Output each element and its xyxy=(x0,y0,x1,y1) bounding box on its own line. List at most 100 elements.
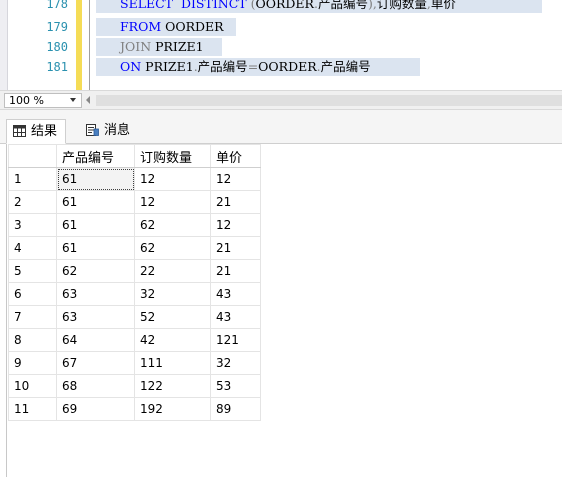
line-number: 178 xyxy=(46,0,68,11)
table-cell[interactable]: 122 xyxy=(134,374,211,398)
table-row[interactable]: 5 62 22 21 xyxy=(8,259,261,283)
table-row[interactable]: 4 61 62 21 xyxy=(8,236,261,260)
table-cell[interactable]: 43 xyxy=(210,305,261,329)
editor-line[interactable]: 179 FROM OORDER xyxy=(0,18,562,36)
table-cell[interactable]: 42 xyxy=(134,328,211,352)
editor-line[interactable]: 181 ON PRIZE1.产品编号=OORDER.产品编号 xyxy=(0,58,562,76)
code-token: 单价 xyxy=(430,0,456,11)
code-token: 产品编号 xyxy=(320,59,371,74)
code-token: FROM xyxy=(120,19,162,34)
table-cell[interactable]: 22 xyxy=(134,259,211,283)
tab-results[interactable]: 结果 xyxy=(6,119,67,144)
code-token: OORDER xyxy=(258,59,317,74)
row-number-cell[interactable]: 4 xyxy=(8,236,57,260)
zoom-select[interactable]: 100 % xyxy=(4,93,82,108)
table-cell[interactable]: 32 xyxy=(134,282,211,306)
grid-header-row: 产品编号 订购数量 单价 xyxy=(8,144,261,168)
code-token: 产品编号 xyxy=(197,59,248,74)
message-icon xyxy=(86,124,99,136)
row-number-cell[interactable]: 8 xyxy=(8,328,57,352)
table-row[interactable]: 11 69 192 89 xyxy=(8,397,261,421)
table-cell[interactable]: 12 xyxy=(134,190,211,214)
code-text[interactable]: ON PRIZE1.产品编号=OORDER.产品编号 xyxy=(120,58,371,76)
column-header[interactable]: 订购数量 xyxy=(134,144,211,168)
results-grid-pane: 产品编号 订购数量 单价 1 61 12 12 2 61 12 21 3 61 62 12 4 61 62 2… xyxy=(0,144,562,477)
code-text[interactable]: JOIN PRIZE1 xyxy=(120,38,204,56)
table-cell[interactable]: 63 xyxy=(56,282,135,306)
table-cell[interactable]: 67 xyxy=(56,351,135,375)
table-row[interactable]: 6 63 32 43 xyxy=(8,282,261,306)
table-cell[interactable]: 21 xyxy=(210,190,261,214)
zoom-value: 100 % xyxy=(9,94,44,107)
scroll-left-arrow-icon[interactable] xyxy=(86,96,90,104)
code-token: DISTINCT xyxy=(180,0,247,11)
table-row[interactable]: 10 68 122 53 xyxy=(8,374,261,398)
column-header[interactable]: 单价 xyxy=(210,144,261,168)
table-cell[interactable]: 61 xyxy=(56,190,135,214)
code-text[interactable]: FROM OORDER xyxy=(120,18,224,36)
table-cell[interactable]: 52 xyxy=(134,305,211,329)
line-number: 181 xyxy=(46,60,68,74)
tab-results-label: 结果 xyxy=(31,124,58,139)
code-token: 订购数量 xyxy=(376,0,427,11)
row-number-cell[interactable]: 3 xyxy=(8,213,57,237)
table-cell[interactable]: 32 xyxy=(210,351,261,375)
line-number: 180 xyxy=(46,40,68,54)
row-number-cell[interactable]: 5 xyxy=(8,259,57,283)
chevron-down-icon[interactable] xyxy=(70,98,76,102)
table-row[interactable]: 2 61 12 21 xyxy=(8,190,261,214)
table-row[interactable]: 7 63 52 43 xyxy=(8,305,261,329)
table-row[interactable]: 8 64 42 121 xyxy=(8,328,261,352)
results-grid[interactable]: 产品编号 订购数量 单价 1 61 12 12 2 61 12 21 3 61 62 12 4 61 62 2… xyxy=(8,144,261,421)
table-cell[interactable]: 53 xyxy=(210,374,261,398)
table-cell[interactable]: 69 xyxy=(56,397,135,421)
code-token: SELECT xyxy=(120,0,174,11)
results-tabstrip: 结果 消息 xyxy=(0,110,562,144)
table-cell[interactable]: 121 xyxy=(210,328,261,352)
column-header[interactable]: 产品编号 xyxy=(56,144,135,168)
line-number: 179 xyxy=(46,20,68,34)
horizontal-scrollbar[interactable] xyxy=(96,95,562,106)
grid-corner-cell[interactable] xyxy=(8,144,57,168)
table-cell[interactable]: 111 xyxy=(134,351,211,375)
table-cell[interactable]: 192 xyxy=(134,397,211,421)
row-number-cell[interactable]: 10 xyxy=(8,374,57,398)
table-cell[interactable]: 61 xyxy=(56,213,135,237)
row-number-cell[interactable]: 1 xyxy=(8,167,57,191)
table-row[interactable]: 3 61 62 12 xyxy=(8,213,261,237)
code-text[interactable]: SELECT DISTINCT (OORDER.产品编号),订购数量,单价 xyxy=(120,0,456,13)
table-cell[interactable]: 61 xyxy=(56,236,135,260)
row-number-cell[interactable]: 11 xyxy=(8,397,57,421)
table-cell[interactable]: 21 xyxy=(210,259,261,283)
table-cell[interactable]: 63 xyxy=(56,305,135,329)
table-cell[interactable]: 68 xyxy=(56,374,135,398)
code-token: PRIZE1 xyxy=(151,39,204,54)
code-token: ON xyxy=(120,59,142,74)
code-token: = xyxy=(247,59,259,74)
tab-messages[interactable]: 消息 xyxy=(80,119,138,144)
table-cell[interactable]: 89 xyxy=(210,397,261,421)
table-cell[interactable]: 62 xyxy=(134,213,211,237)
code-token: OORDER xyxy=(255,0,314,11)
table-cell[interactable]: 61 xyxy=(56,167,135,191)
code-token: OORDER xyxy=(161,19,224,34)
table-row[interactable]: 1 61 12 12 xyxy=(8,167,261,191)
table-cell[interactable]: 62 xyxy=(56,259,135,283)
table-row[interactable]: 9 67 111 32 xyxy=(8,351,261,375)
tab-messages-label: 消息 xyxy=(104,123,131,138)
sql-editor[interactable]: 178 SELECT DISTINCT (OORDER.产品编号),订购数量,单… xyxy=(0,0,562,90)
editor-line[interactable]: 180 JOIN PRIZE1 xyxy=(0,38,562,56)
row-number-cell[interactable]: 2 xyxy=(8,190,57,214)
table-cell[interactable]: 12 xyxy=(210,167,261,191)
table-cell[interactable]: 21 xyxy=(210,236,261,260)
table-cell[interactable]: 62 xyxy=(134,236,211,260)
table-cell[interactable]: 64 xyxy=(56,328,135,352)
table-cell[interactable]: 12 xyxy=(134,167,211,191)
table-cell[interactable]: 43 xyxy=(210,282,261,306)
editor-line[interactable]: 178 SELECT DISTINCT (OORDER.产品编号),订购数量,单… xyxy=(0,0,562,13)
row-number-cell[interactable]: 6 xyxy=(8,282,57,306)
row-number-cell[interactable]: 9 xyxy=(8,351,57,375)
row-number-cell[interactable]: 7 xyxy=(8,305,57,329)
table-cell[interactable]: 12 xyxy=(210,213,261,237)
